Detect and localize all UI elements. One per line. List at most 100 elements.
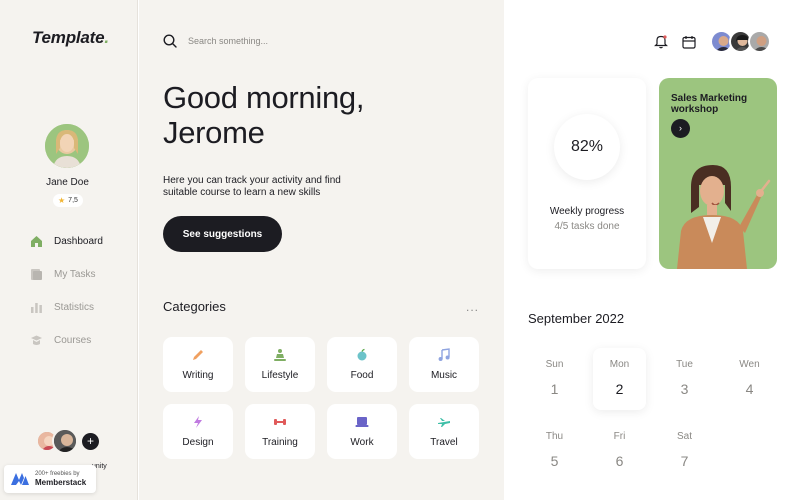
more-options-button[interactable]: ... [466, 300, 479, 314]
see-suggestions-button[interactable]: See suggestions [163, 216, 282, 252]
profile-name: Jane Doe [46, 177, 89, 188]
pencil-icon [193, 350, 203, 360]
category-label: Food [350, 370, 374, 381]
calendar-icon[interactable] [682, 35, 696, 49]
day-name: Tue [676, 359, 693, 370]
greeting-line1: Good morning, [163, 80, 365, 115]
progress-value: 82% [570, 138, 604, 155]
weekly-progress-card[interactable]: 82% Weekly progress 4/5 tasks done [528, 78, 646, 269]
logo[interactable]: Template. [32, 28, 109, 48]
community-avatars[interactable]: + [36, 428, 99, 454]
sidebar-nav: Dashboard My Tasks Statistics Courses [30, 233, 103, 365]
sidebar: Template. Jane Doe ★ 7,5 Dashboard My Ta… [0, 0, 138, 500]
calendar-day-mon[interactable]: Mon 2 [593, 348, 646, 410]
home-icon [31, 235, 42, 247]
dumbbell-icon [274, 419, 286, 425]
category-card-lifestyle[interactable]: Lifestyle [245, 337, 315, 392]
bell-icon[interactable] [654, 34, 668, 49]
calendar-day-fri[interactable]: Fri 6 [593, 420, 646, 482]
category-label: Design [182, 437, 214, 448]
greeting-line2: Jerome [163, 115, 265, 150]
day-date: 4 [745, 381, 754, 397]
sidebar-item-label: Dashboard [54, 235, 103, 247]
category-label: Work [350, 437, 374, 448]
sidebar-item-my-tasks[interactable]: My Tasks [30, 266, 103, 282]
sidebar-item-label: Courses [54, 334, 92, 346]
workshop-person-image [677, 165, 771, 269]
rating-value: 7,5 [68, 197, 78, 204]
calendar-day-sat[interactable]: Sat 7 [658, 420, 711, 482]
add-member-icon[interactable]: + [82, 432, 99, 450]
greeting-subtitle: Here you can track your activity and fin… [163, 175, 341, 198]
workshop-title: Sales Marketing workshop [671, 93, 748, 115]
chevron-right-icon[interactable]: › [671, 119, 690, 138]
sidebar-item-dashboard[interactable]: Dashboard [30, 233, 103, 249]
category-card-work[interactable]: Work [327, 404, 397, 459]
chart-icon [31, 302, 42, 313]
progress-subtitle: 4/5 tasks done [554, 221, 620, 232]
laptop-icon [355, 417, 369, 427]
categories-title: Categories [163, 299, 226, 314]
search-input[interactable] [188, 36, 348, 46]
star-icon: ★ [58, 196, 66, 205]
workshop-card[interactable]: Sales Marketing workshop › [659, 78, 777, 269]
category-card-training[interactable]: Training [245, 404, 315, 459]
calendar-day-wen[interactable]: Wen 4 [723, 348, 776, 410]
search-bar [163, 34, 348, 48]
category-label: Writing [182, 370, 214, 381]
category-label: Training [262, 437, 298, 448]
day-date: 3 [680, 381, 689, 397]
memberstack-logo-icon [11, 473, 29, 485]
main-content: Good morning, Jerome Here you can track … [139, 0, 504, 500]
sidebar-item-label: Statistics [54, 301, 95, 313]
categories-grid: Writing Lifestyle Food Music Design Trai… [163, 337, 479, 459]
progress-ring: 82% [554, 114, 620, 180]
badge-line1: 200+ freebies by [35, 471, 80, 477]
tasks-icon [31, 268, 42, 280]
plane-icon [438, 418, 450, 427]
category-card-food[interactable]: Food [327, 337, 397, 392]
day-date: 7 [680, 453, 689, 469]
music-note-icon [438, 348, 450, 361]
day-date: 6 [615, 453, 624, 469]
day-date: 2 [615, 381, 624, 397]
avatar [52, 428, 78, 454]
lightning-icon [194, 416, 202, 428]
category-card-music[interactable]: Music [409, 337, 479, 392]
category-label: Lifestyle [261, 370, 299, 381]
memberstack-badge[interactable]: 200+ freebies by Memberstack [4, 465, 96, 493]
avatar [748, 30, 771, 53]
day-name: Thu [545, 431, 564, 442]
sidebar-item-statistics[interactable]: Statistics [30, 299, 103, 315]
team-avatars[interactable] [710, 30, 771, 53]
sidebar-item-courses[interactable]: Courses [30, 332, 103, 348]
day-name: Fri [613, 431, 626, 442]
day-name: Mon [609, 359, 630, 370]
day-name: Wen [739, 359, 760, 370]
category-card-design[interactable]: Design [163, 404, 233, 459]
apple-icon [357, 348, 367, 361]
right-panel: 82% Weekly progress 4/5 tasks done Sales… [504, 0, 800, 500]
logo-dot: . [104, 28, 109, 47]
badge-line2: Memberstack [35, 478, 87, 487]
profile-avatar[interactable] [45, 124, 89, 168]
category-label: Travel [430, 437, 458, 448]
sidebar-item-label: My Tasks [54, 268, 96, 280]
day-name: Sat [676, 431, 692, 442]
progress-title: Weekly progress [549, 206, 625, 217]
calendar-day-thu[interactable]: Thu 5 [528, 420, 581, 482]
page-title: Good morning, Jerome [163, 80, 364, 150]
calendar-day-sun[interactable]: Sun 1 [528, 348, 581, 410]
calendar-day-tue[interactable]: Tue 3 [658, 348, 711, 410]
search-icon[interactable] [163, 34, 177, 48]
calendar-grid: Sun 1 Mon 2 Tue 3 Wen 4 Thu 5 Fri 6 Sat … [528, 348, 776, 482]
day-date: 1 [550, 381, 559, 397]
rating-badge: ★ 7,5 [53, 194, 83, 207]
category-card-writing[interactable]: Writing [163, 337, 233, 392]
category-label: Music [430, 370, 458, 381]
logo-text: Template [32, 28, 105, 47]
day-name: Sun [545, 359, 564, 370]
category-card-travel[interactable]: Travel [409, 404, 479, 459]
courses-icon [31, 335, 42, 345]
calendar-title: September 2022 [528, 311, 625, 326]
